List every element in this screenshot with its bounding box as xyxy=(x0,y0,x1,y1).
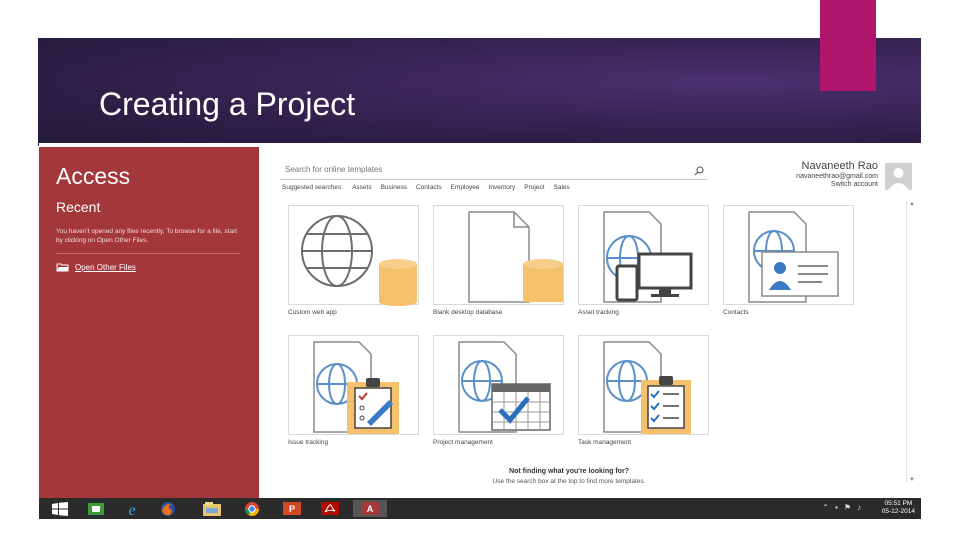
slide-title: Creating a Project xyxy=(99,86,356,122)
backstage-sidebar: Access Recent You haven't opened any fil… xyxy=(39,147,259,499)
avatar[interactable] xyxy=(885,163,912,190)
template-tile-asset-tracking[interactable] xyxy=(578,205,709,305)
firefox-icon xyxy=(161,501,175,516)
template-label: Asset tracking xyxy=(578,309,619,316)
suggested-contacts[interactable]: Contacts xyxy=(416,184,442,191)
tray-arrow-icon[interactable]: ⌃ xyxy=(822,503,829,512)
store-icon xyxy=(88,503,104,515)
tray-flag-icon[interactable]: ⚑ xyxy=(844,503,851,512)
app-name: Access xyxy=(56,163,131,189)
svg-text:e: e xyxy=(128,502,135,517)
acrobat-icon xyxy=(321,502,339,515)
suggested-sales[interactable]: Sales xyxy=(554,184,570,191)
template-label: Issue tracking xyxy=(288,439,329,446)
taskbar-store[interactable] xyxy=(79,500,113,517)
access-icon: A xyxy=(361,502,379,515)
open-other-files-link[interactable]: Open Other Files xyxy=(56,262,136,272)
clock-date: 05-12-2014 xyxy=(881,508,915,515)
taskbar-chrome[interactable] xyxy=(235,500,269,517)
suggested-searches: Suggested searches: Assets Business Cont… xyxy=(282,184,570,191)
taskbar-firefox[interactable] xyxy=(151,500,185,517)
sidebar-divider xyxy=(56,253,240,254)
open-other-files-label: Open Other Files xyxy=(75,262,136,272)
recent-heading: Recent xyxy=(56,199,101,215)
template-label: Project management xyxy=(433,439,493,446)
globe-calendar-check-icon xyxy=(458,341,551,433)
tray-volume-icon[interactable]: ♪ xyxy=(857,503,861,512)
accent-bar xyxy=(820,0,876,91)
template-label: Contacts xyxy=(723,309,749,316)
not-finding-message: Not finding what you're looking for? Use… xyxy=(454,468,684,485)
globe-contact-card-icon xyxy=(748,211,839,303)
search-input[interactable] xyxy=(285,165,675,174)
slide: Creating a Project ? — ❐ ✕ Access Recent… xyxy=(0,0,960,540)
tray-network-icon[interactable]: ▪ xyxy=(835,503,838,512)
taskbar-internet-explorer[interactable]: e xyxy=(115,500,149,517)
template-tile-blank-desktop-database[interactable] xyxy=(433,205,564,305)
globe-database-icon xyxy=(301,215,417,306)
clock[interactable]: 05:51 PM 05-12-2014 xyxy=(882,500,915,516)
templates-pane: Suggested searches: Assets Business Cont… xyxy=(260,147,921,499)
not-finding-question: Not finding what you're looking for? xyxy=(509,468,629,475)
template-tile-task-management[interactable] xyxy=(578,335,709,435)
taskbar-powerpoint[interactable]: P xyxy=(275,500,309,517)
not-finding-hint: Use the search box at the top to find mo… xyxy=(492,478,646,485)
restore-button[interactable]: ❐ xyxy=(885,143,902,146)
globe-clipboard-checklist-icon xyxy=(603,341,691,434)
close-button[interactable]: ✕ xyxy=(904,143,921,146)
scroll-up-icon[interactable]: ▲ xyxy=(909,201,915,207)
search-icon[interactable] xyxy=(694,166,704,176)
person-avatar-icon xyxy=(885,163,912,190)
folder-open-icon xyxy=(56,263,69,272)
taskbar-access[interactable]: A xyxy=(353,500,387,517)
suggested-assets[interactable]: Assets xyxy=(352,184,372,191)
chrome-icon xyxy=(245,501,259,516)
switch-account-link[interactable]: Switch account xyxy=(780,181,878,188)
svg-text:A: A xyxy=(367,504,374,514)
suggested-label: Suggested searches: xyxy=(282,184,344,191)
file-explorer-icon xyxy=(203,501,221,516)
page-database-icon xyxy=(468,211,563,303)
recent-message: You haven't opened any files recently. T… xyxy=(56,228,238,244)
start-button[interactable] xyxy=(43,500,77,517)
powerpoint-icon: P xyxy=(283,502,301,515)
suggested-employee[interactable]: Employee xyxy=(451,184,480,191)
template-label: Blank desktop database xyxy=(433,309,503,316)
template-label: Task management xyxy=(578,439,632,446)
suggested-business[interactable]: Business xyxy=(381,184,407,191)
suggested-project[interactable]: Project xyxy=(524,184,544,191)
internet-explorer-icon: e xyxy=(128,502,135,517)
user-name: Navaneeth Rao xyxy=(801,160,878,172)
system-tray: ⌃ ▪ ⚑ ♪ xyxy=(822,503,861,512)
template-tile-issue-tracking[interactable] xyxy=(288,335,419,435)
help-button[interactable]: ? xyxy=(847,143,864,146)
scroll-down-icon[interactable]: ▼ xyxy=(909,477,915,483)
taskbar-acrobat[interactable] xyxy=(313,500,347,517)
taskbar-file-explorer[interactable] xyxy=(195,500,229,517)
minimize-button[interactable]: — xyxy=(866,143,883,146)
user-email: navaneethrao@gmail.com xyxy=(796,173,878,180)
taskbar: e P A ⌃ ▪ ⚑ ♪ 05:51 PM 05-12-2014 xyxy=(39,498,921,519)
svg-text:P: P xyxy=(289,504,295,514)
template-tile-project-management[interactable] xyxy=(433,335,564,435)
suggested-inventory[interactable]: Inventory xyxy=(489,184,516,191)
template-tile-contacts[interactable] xyxy=(723,205,854,305)
globe-clipboard-pencil-icon xyxy=(313,341,399,434)
search-box xyxy=(280,162,708,180)
start-icon xyxy=(52,501,68,516)
vertical-scrollbar[interactable]: ▲ ▼ xyxy=(906,201,916,483)
template-tile-custom-web-app[interactable] xyxy=(288,205,419,306)
template-label: Custom web app xyxy=(288,309,337,316)
clock-time: 05:51 PM xyxy=(884,500,913,507)
user-account: Navaneeth Rao navaneethrao@gmail.com Swi… xyxy=(780,160,878,188)
access-window: ? — ❐ ✕ Access Recent You haven't opened… xyxy=(39,143,921,519)
window-controls: ? — ❐ ✕ xyxy=(847,143,921,146)
globe-devices-icon xyxy=(603,211,693,303)
